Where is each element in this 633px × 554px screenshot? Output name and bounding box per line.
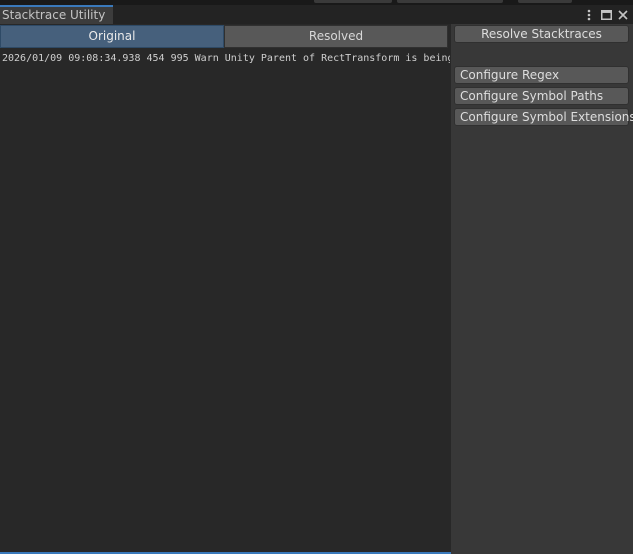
resolve-stacktraces-button[interactable]: Resolve Stacktraces (454, 25, 629, 43)
original-toggle[interactable]: Original (0, 25, 224, 48)
background-tab (518, 0, 572, 3)
actions-panel: Resolve Stacktraces Configure Regex Conf… (451, 24, 633, 554)
resolved-toggle[interactable]: Resolved (224, 25, 448, 48)
window-tab[interactable]: Stacktrace Utility (0, 5, 113, 24)
log-panel: Original Resolved 2026/01/09 09:08:34.93… (0, 24, 451, 554)
background-tab (314, 0, 392, 3)
configure-symbol-extensions-button[interactable]: Configure Symbol Extensions (454, 108, 633, 126)
background-tab (397, 0, 503, 3)
window-controls (583, 5, 629, 24)
close-icon[interactable] (617, 8, 629, 22)
configure-symbol-paths-button[interactable]: Configure Symbol Paths (454, 87, 629, 105)
log-line[interactable]: 2026/01/09 09:08:34.938 454 995 Warn Uni… (2, 53, 450, 65)
stacktrace-utility-panel: Original Resolved 2026/01/09 09:08:34.93… (0, 24, 633, 554)
configure-regex-button[interactable]: Configure Regex (454, 66, 629, 84)
view-toggle-group: Original Resolved (0, 25, 448, 48)
more-vertical-icon[interactable] (583, 8, 595, 22)
maximize-icon[interactable] (600, 8, 612, 22)
window-tab-bar: Stacktrace Utility (0, 5, 633, 24)
